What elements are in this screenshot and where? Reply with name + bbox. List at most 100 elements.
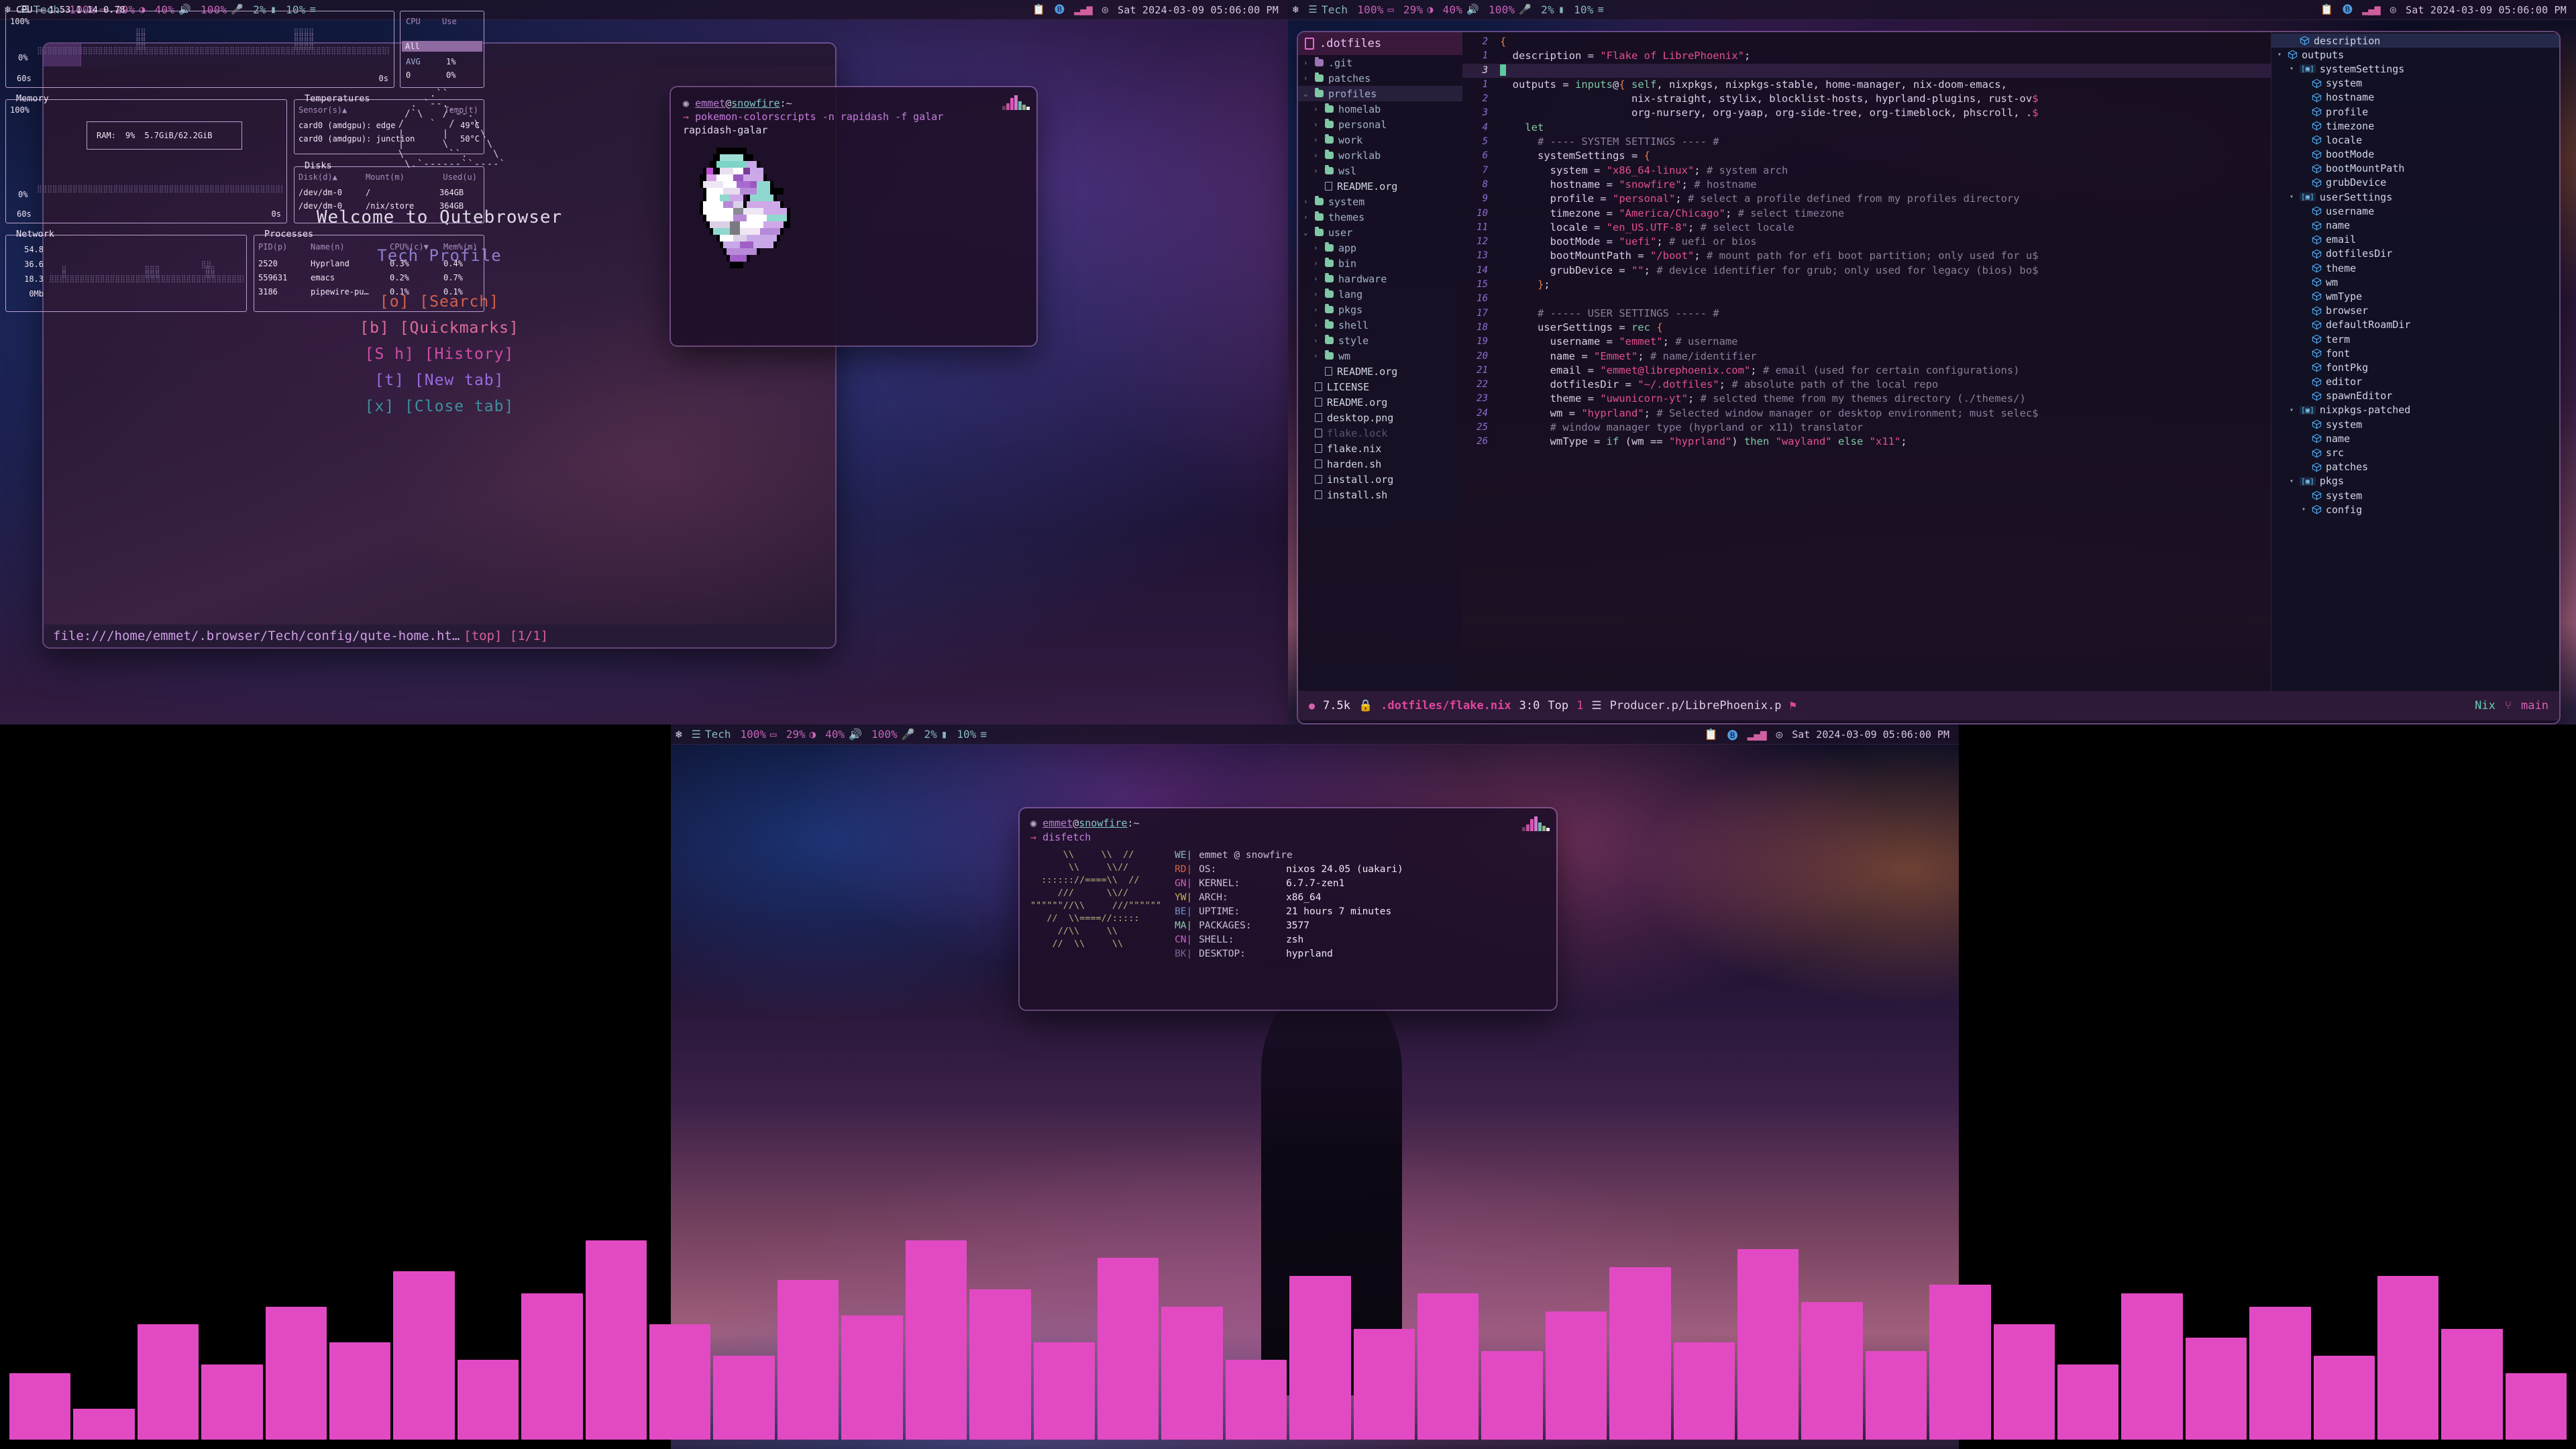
btop-proc-header[interactable]: PID(p)	[258, 242, 311, 252]
cpu-widget-bottom[interactable]: 29% ◑	[782, 728, 821, 741]
code-line[interactable]: 8 hostname = "snowfire"; # hostname	[1462, 178, 2271, 192]
tree-item-themes[interactable]: › themes	[1298, 209, 1462, 225]
tree-item-personal[interactable]: › personal	[1298, 117, 1462, 132]
code-line[interactable]: 3 org-nursery, org-yaap, org-side-tree, …	[1462, 106, 2271, 120]
code-line[interactable]: 15 };	[1462, 278, 2271, 292]
code-line[interactable]: 4 let	[1462, 121, 2271, 135]
memory-widget-right[interactable]: 10% ≡	[1569, 3, 1609, 16]
btop-process-row[interactable]: 3186 pipewire-pu… 0.1% 0.1%	[258, 285, 480, 299]
mic-widget-right[interactable]: 2% ▮	[1536, 3, 1569, 16]
emacs-window[interactable]: .dotfiles › .git › patches ⌄ profiles › homelab…	[1298, 32, 2559, 723]
btop-proc-header[interactable]: Mem%(m)	[443, 242, 478, 252]
disc-icon[interactable]: ◎	[2390, 5, 2396, 15]
btop-proc-header[interactable]: CPU%(c)▼	[390, 242, 443, 252]
chevron-icon[interactable]: ›	[1313, 136, 1320, 144]
bluetooth-icon[interactable]: 🅑	[1055, 5, 1065, 15]
chevron-icon[interactable]: ›	[1313, 305, 1320, 314]
code-line[interactable]: 13 bootMountPath = "/boot"; # mount path…	[1462, 249, 2271, 263]
expand-arrow-icon[interactable]: ▾	[2288, 193, 2296, 201]
chevron-icon[interactable]: ›	[1313, 290, 1320, 299]
chevron-icon[interactable]: ›	[1313, 321, 1320, 329]
project-tree-list[interactable]: › .git › patches ⌄ profiles › homelab › personal ›…	[1298, 55, 1462, 502]
pokemon-terminal-window[interactable]: ◉ emmet@snowfire:~ → pokemon-colorscript…	[671, 87, 1036, 345]
disc-icon[interactable]: ◎	[1102, 5, 1108, 15]
bluetooth-icon[interactable]: 🅑	[1727, 727, 1738, 743]
chevron-icon[interactable]: ›	[1313, 259, 1320, 268]
brightness-widget-right[interactable]: 40% 🔊	[1438, 3, 1484, 16]
project-title[interactable]: .dotfiles	[1298, 32, 1462, 55]
tree-item-work[interactable]: › work	[1298, 132, 1462, 148]
outline-item-timezone[interactable]: timezone	[2271, 119, 2559, 133]
clipboard-icon[interactable]: 📋	[1705, 728, 1718, 741]
expand-arrow-icon[interactable]: ▾	[2288, 65, 2296, 72]
volume-widget-bottom[interactable]: 100% 🎤	[867, 728, 919, 741]
code-line[interactable]: 2 nix-straight, stylix, blocklist-hosts,…	[1462, 92, 2271, 106]
outline-item-bootmode[interactable]: bootMode	[2271, 148, 2559, 162]
emacs-inner[interactable]: .dotfiles › .git › patches ⌄ profiles › homelab…	[1298, 32, 2559, 691]
code-line[interactable]: 19 username = "emmet"; # username	[1462, 335, 2271, 349]
outline-list[interactable]: description ▾ outputs ▾ [▣] systemSettings sys…	[2271, 34, 2559, 517]
tray-area-bottom[interactable]: 📋 🅑 ▂▄▆ ◎ Sat 2024-03-09 05:06:00 PM	[1705, 727, 1959, 743]
clipboard-icon[interactable]: 📋	[2320, 5, 2333, 15]
btop-process-row[interactable]: 2520 Hyprland 0.3% 0.4%	[258, 257, 480, 271]
tree-item-harden-sh[interactable]: harden.sh	[1298, 456, 1462, 472]
outline-item-outputs[interactable]: ▾ outputs	[2271, 48, 2559, 62]
status-bar-bottom[interactable]: ❄ ☰ Tech 100% ▭ 29% ◑ 40% 🔊 100% 🎤 2% ▮ …	[671, 724, 1959, 745]
tree-item-user[interactable]: ⌄ user	[1298, 225, 1462, 240]
chevron-icon[interactable]: ›	[1303, 74, 1310, 83]
code-editor[interactable]: 2{1 description = "Flake of LibrePhoenix…	[1462, 32, 2271, 691]
emacs-modeline[interactable]: ● 7.5k 🔒 .dotfiles/flake.nix 3:0 Top 1 ☰ …	[1298, 691, 2559, 720]
battery-widget-bottom[interactable]: 100% ▭	[736, 728, 782, 741]
outline-item-fontpkg[interactable]: fontPkg	[2271, 360, 2559, 374]
tray-area-right[interactable]: 📋 🅑 ▂▄▆ ◎ Sat 2024-03-09 05:06:00 PM	[2320, 4, 2576, 16]
outline-item-nixpkgs-patched[interactable]: ▾ [▣] nixpkgs-patched	[2271, 403, 2559, 417]
tree-item-readme-org[interactable]: README.org	[1298, 178, 1462, 194]
chevron-icon[interactable]: ›	[1303, 58, 1310, 67]
outline-item-term[interactable]: term	[2271, 332, 2559, 346]
tree-item--git[interactable]: › .git	[1298, 55, 1462, 70]
fetch-terminal-body[interactable]: ◉ emmet@snowfire:~ → disfetch \\ \\ // \…	[1020, 808, 1556, 1010]
outline-item-font[interactable]: font	[2271, 346, 2559, 360]
chevron-icon[interactable]: ›	[1313, 105, 1320, 113]
outline-item-email[interactable]: email	[2271, 233, 2559, 247]
volume-widget-right[interactable]: 100% 🎤	[1484, 3, 1536, 16]
code-line[interactable]: 14 grubDevice = ""; # device identifier …	[1462, 264, 2271, 278]
chevron-icon[interactable]: ›	[1313, 336, 1320, 345]
battery-widget-right[interactable]: 100% ▭	[1352, 3, 1399, 16]
clipboard-icon[interactable]: 📋	[1032, 5, 1045, 15]
nix-logo-bottom[interactable]: ❄	[671, 728, 687, 741]
expand-arrow-icon[interactable]: ▾	[2275, 51, 2284, 58]
code-line[interactable]: 3	[1462, 63, 2271, 78]
quick-link[interactable]: [S h] [History]	[365, 345, 515, 363]
code-line[interactable]: 22 dotfilesDir = "~/.dotfiles"; # absolu…	[1462, 378, 2271, 392]
outline-item-patches[interactable]: patches	[2271, 460, 2559, 474]
tree-item-system[interactable]: › system	[1298, 194, 1462, 209]
status-bar-right[interactable]: ❄ ☰ Tech 100% ▭ 29% ◑ 40% 🔊 100% 🎤 2% ▮ …	[1288, 0, 2576, 20]
outline-item-system[interactable]: system	[2271, 417, 2559, 431]
outline-item-hostname[interactable]: hostname	[2271, 91, 2559, 105]
terminal-body[interactable]: ◉ emmet@snowfire:~ → pokemon-colorscript…	[671, 87, 1036, 345]
outline-item-system[interactable]: system	[2271, 488, 2559, 502]
outline-sidebar[interactable]: description ▾ outputs ▾ [▣] systemSettings sys…	[2271, 32, 2559, 691]
chevron-icon[interactable]: ⌄	[1303, 89, 1310, 98]
code-line[interactable]: 26 wmType = if (wm == "hyprland") then "…	[1462, 435, 2271, 449]
chevron-icon[interactable]: ⌄	[1303, 228, 1310, 237]
btop-processes-rows[interactable]: 2520 Hyprland 0.3% 0.4% 559631 emacs 0.2% 0.7% 3…	[258, 257, 480, 299]
outline-item-wm[interactable]: wm	[2271, 275, 2559, 289]
btop-cpu-box[interactable]: CPU ─ 1.53 1.14 0.78 100% 0% ⣿⣿ ⣿⣿⣿⣿ ⣿⣿ …	[5, 5, 394, 88]
quick-link[interactable]: [b] [Quickmarks]	[360, 319, 519, 337]
outline-item-name[interactable]: name	[2271, 218, 2559, 232]
tree-item-desktop-png[interactable]: desktop.png	[1298, 410, 1462, 425]
outline-item-dotfilesdir[interactable]: dotfilesDir	[2271, 247, 2559, 261]
outline-item-pkgs[interactable]: ▾ [▣] pkgs	[2271, 474, 2559, 488]
code-lines[interactable]: 2{1 description = "Flake of LibrePhoenix…	[1462, 35, 2271, 449]
tree-item-install-org[interactable]: install.org	[1298, 472, 1462, 487]
outline-item-defaultroamdir[interactable]: defaultRoamDir	[2271, 318, 2559, 332]
outline-item-config[interactable]: ▾ config	[2271, 502, 2559, 517]
tree-item-shell[interactable]: › shell	[1298, 317, 1462, 333]
quick-link[interactable]: [x] [Close tab]	[365, 398, 515, 415]
expand-arrow-icon[interactable]: ▾	[2288, 478, 2296, 485]
quick-link[interactable]: [t] [New tab]	[374, 372, 504, 389]
code-line[interactable]: 2{	[1462, 35, 2271, 49]
tree-item-worklab[interactable]: › worklab	[1298, 148, 1462, 163]
